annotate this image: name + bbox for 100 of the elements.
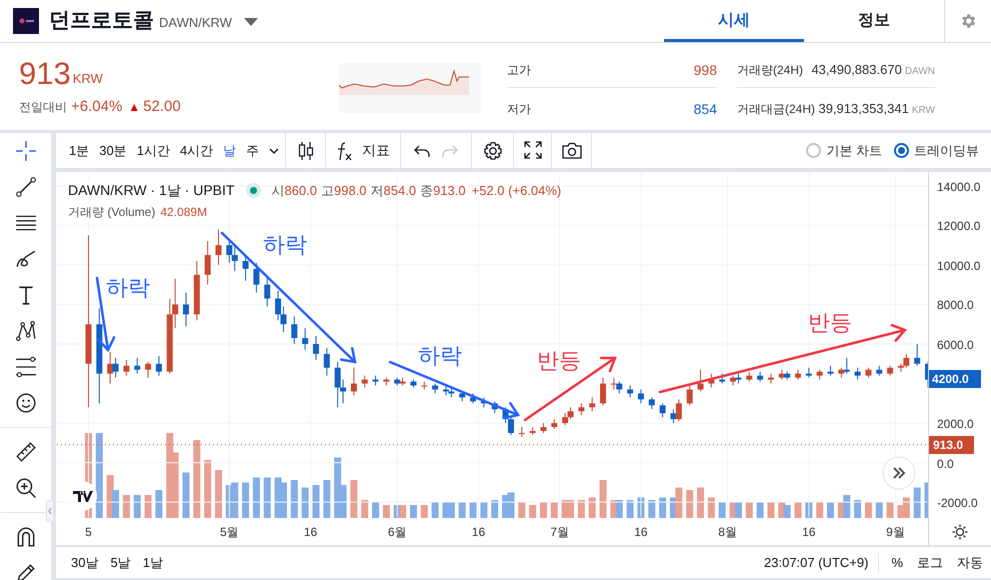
candlestick	[242, 254, 249, 282]
interval-button[interactable]: 1분	[64, 140, 94, 160]
change-label: 전일대비	[19, 99, 67, 116]
annotation-label: 하락	[418, 343, 462, 369]
axis-settings-icon[interactable]	[952, 524, 968, 540]
ohlc-value: 시860.0	[271, 182, 317, 200]
ohlc-value: 고998.0	[321, 182, 367, 200]
chart-type-radio[interactable]: 트레이딩뷰	[894, 140, 979, 160]
price-unit: KRW	[72, 70, 103, 88]
y-axis-label: 8000.0	[937, 297, 974, 314]
x-axis-label: 16	[802, 524, 816, 541]
brush-icon[interactable]	[14, 248, 36, 270]
interval-button[interactable]: 4시간	[174, 140, 218, 160]
chevron-down-icon[interactable]	[269, 148, 280, 154]
candlestick	[107, 351, 114, 384]
indicators-button[interactable]: 지표	[336, 140, 390, 162]
interval-button[interactable]: 1시간	[132, 140, 175, 160]
candlestick	[616, 381, 622, 394]
candlestick	[876, 365, 882, 376]
volume-label: 거래량 (Volume)	[68, 203, 156, 221]
chart-type-radio[interactable]: 기본 차트	[806, 140, 882, 160]
undo-icon[interactable]	[413, 144, 432, 158]
y-axis-label: 14000.0	[937, 178, 980, 196]
tradingview-logo[interactable]	[67, 481, 97, 511]
range-button[interactable]: 30날	[71, 552, 98, 572]
annotation-label: 하락	[106, 275, 150, 301]
magnet-icon[interactable]	[14, 526, 36, 548]
candlestick	[123, 359, 130, 376]
scale-option-button[interactable]: %	[891, 552, 903, 572]
stat-value: 854	[694, 100, 717, 118]
interval-button[interactable]: 주	[241, 140, 264, 160]
interval-button[interactable]: 30분	[94, 140, 132, 160]
x-axis-label: 9월	[886, 524, 905, 541]
candlestick	[838, 367, 844, 378]
pattern-icon[interactable]	[14, 320, 36, 342]
candlestick	[670, 408, 676, 424]
candlestick	[182, 292, 189, 327]
candlestick	[627, 385, 634, 398]
annotation-label: 반등	[537, 348, 581, 374]
trend-line-icon[interactable]	[14, 176, 36, 198]
candlestick	[145, 361, 152, 378]
stat-value: 998	[694, 60, 717, 80]
range-button[interactable]: 5날	[110, 552, 131, 572]
coin-name: 던프로토콜	[49, 8, 154, 34]
x-axis-label: 6월	[388, 524, 407, 541]
x-axis-label: 16	[634, 524, 648, 541]
zoom-in-icon[interactable]	[14, 477, 36, 499]
stat-unit: DAWN	[904, 65, 935, 80]
coin-logo	[13, 8, 39, 34]
candlestick	[432, 383, 438, 394]
candlestick	[887, 365, 894, 376]
ohlc-value: 저854.0	[370, 182, 416, 200]
candlestick	[312, 336, 319, 360]
candlestick	[372, 375, 379, 386]
candlestick	[324, 347, 330, 376]
candlestick	[362, 375, 368, 388]
candlestick	[600, 377, 606, 406]
candlestick	[854, 367, 861, 380]
candlestick	[215, 228, 222, 266]
candlestick	[757, 371, 764, 382]
y-axis-label: 2000.0	[937, 416, 974, 434]
tab[interactable]: 시세	[664, 0, 804, 42]
interval-button[interactable]: 날	[218, 140, 242, 160]
stat-label: 고가	[507, 62, 531, 79]
scale-option-button[interactable]: 자동	[957, 552, 983, 572]
candlestick	[735, 373, 742, 384]
candlestick	[698, 369, 704, 392]
scale-option-button[interactable]: 로그	[917, 552, 943, 572]
fib-levels-icon[interactable]	[14, 356, 36, 378]
candlestick	[746, 371, 752, 382]
candlestick	[350, 367, 357, 396]
candlestick	[806, 367, 812, 378]
ruler-icon[interactable]	[14, 441, 36, 463]
stat-label: 거래대금(24H)	[737, 101, 816, 118]
timezone-clock[interactable]: 23:07:07 (UTC+9)	[764, 552, 868, 572]
x-axis-label: 8월	[718, 524, 737, 541]
collapse-handle-icon[interactable]	[46, 500, 54, 522]
fullscreen-icon[interactable]	[522, 140, 543, 162]
crosshair-icon[interactable]	[14, 140, 36, 162]
candlestick	[610, 377, 617, 390]
candlestick	[648, 396, 655, 410]
candlestick	[914, 344, 920, 366]
dropdown-caret-icon[interactable]	[244, 18, 258, 26]
function-icon[interactable]	[336, 140, 354, 162]
candlestick	[865, 367, 872, 378]
x-axis-label: 5월	[220, 524, 239, 541]
y-axis-label: 12000.0	[937, 218, 980, 236]
x-axis-label: 16	[304, 524, 318, 541]
y-axis-label: -2000.0	[937, 495, 978, 512]
scroll-to-latest-button[interactable]	[882, 456, 916, 490]
settings-icon[interactable]	[482, 140, 504, 162]
range-button[interactable]: 1날	[142, 552, 163, 572]
candlestick	[828, 365, 834, 376]
stat-value: 39,913,353,341	[818, 100, 909, 118]
chart-symbol-title: DAWN/KRW · 1날 · UPBIT	[68, 180, 234, 201]
candlestick	[719, 373, 726, 384]
volume-value: 42.089M	[160, 204, 208, 221]
candlestick	[638, 388, 644, 404]
smiley-icon[interactable]	[14, 392, 36, 414]
tab[interactable]: 정보	[804, 0, 944, 42]
